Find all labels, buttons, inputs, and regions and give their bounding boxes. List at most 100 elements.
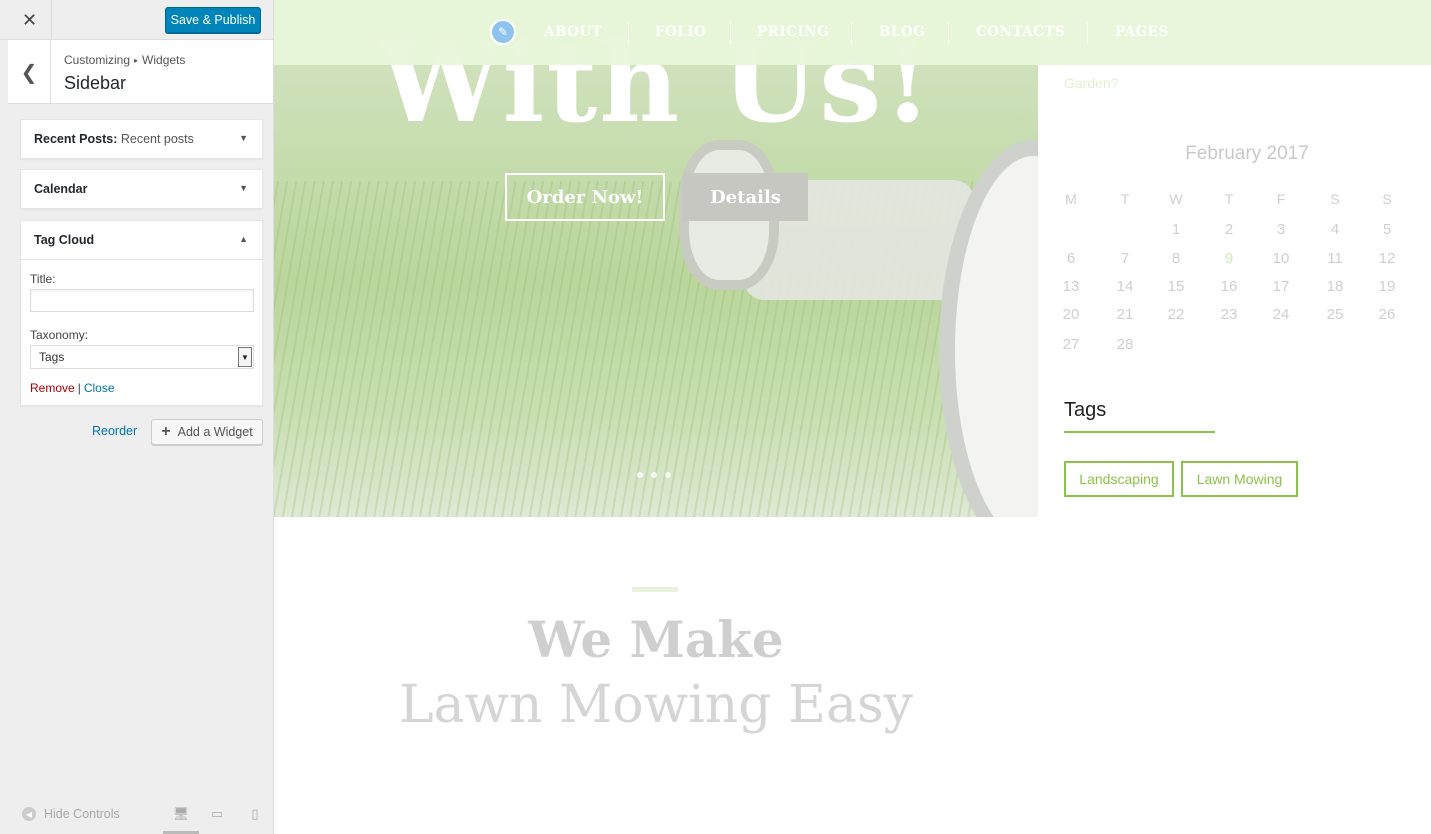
calendar-day: 24 <box>1272 306 1290 323</box>
collapse-arrow-icon[interactable]: ▲ <box>239 234 248 244</box>
section-header: ❮ Customizing ▸ Widgets Sidebar <box>8 40 273 104</box>
calendar-weekday: S <box>1382 191 1392 207</box>
nav-about[interactable]: ABOUT <box>544 24 602 40</box>
widget-title: Calendar <box>34 182 88 196</box>
nav-blog[interactable]: BLOG <box>879 24 925 40</box>
widget-name: Calendar <box>34 182 88 196</box>
widget-name: Recent Posts: <box>34 132 118 146</box>
hide-controls-button[interactable]: ◀ Hide Controls <box>22 807 120 821</box>
calendar-day: 18 <box>1326 278 1344 295</box>
calendar-day: 27 <box>1062 336 1080 353</box>
nav-divider <box>628 22 629 44</box>
calendar-day: 14 <box>1116 278 1134 295</box>
calendar-day: 8 <box>1171 250 1181 267</box>
nav-divider <box>851 22 852 44</box>
calendar-day: 26 <box>1378 306 1396 323</box>
back-button[interactable]: ❮ <box>8 40 51 104</box>
nav-pages[interactable]: PAGES <box>1115 24 1169 40</box>
title-label: Title: <box>30 272 56 286</box>
nav-folio[interactable]: FOLIO <box>655 24 706 40</box>
nav-pricing[interactable]: PRICING <box>757 24 829 40</box>
hero-slider: With Us! Order Now! Details <box>274 0 1038 517</box>
dropdown-arrow-icon[interactable]: ▼ <box>238 347 252 367</box>
slider-dot[interactable] <box>637 472 643 478</box>
tag-landscaping[interactable]: Landscaping <box>1064 461 1174 497</box>
chevron-left-icon: ❮ <box>20 61 38 84</box>
breadcrumb: Customizing ▸ Widgets <box>64 53 185 67</box>
calendar-day: 2 <box>1224 221 1234 238</box>
slider-dot[interactable] <box>665 472 671 478</box>
calendar-weekday: F <box>1276 191 1286 207</box>
widget-header[interactable]: Tag Cloud ▲ <box>21 221 262 259</box>
widget-form: Title: Taxonomy: Tags ▼ Remove | Close <box>21 259 262 405</box>
calendar-day: 15 <box>1167 278 1185 295</box>
widget-calendar[interactable]: Calendar ▼ <box>20 169 263 209</box>
tags-underline <box>1064 431 1215 433</box>
customizer-header: ✕ Save & Publish <box>0 0 273 40</box>
breadcrumb-arrow-icon: ▸ <box>134 56 139 65</box>
expand-arrow-icon[interactable]: ▼ <box>239 133 248 143</box>
calendar-day: 4 <box>1330 221 1340 238</box>
order-now-button[interactable]: Order Now! <box>505 173 665 221</box>
tag-lawn-mowing[interactable]: Lawn Mowing <box>1181 461 1298 497</box>
save-publish-button[interactable]: Save & Publish <box>165 7 261 33</box>
collapse-icon: ◀ <box>22 807 36 821</box>
title-input[interactable] <box>30 289 254 312</box>
site-preview: With Us! Order Now! Details ✎ ABOUT FOLI… <box>274 0 1431 834</box>
widget-header[interactable]: Calendar ▼ <box>21 170 262 208</box>
customizer-sidebar: ✕ Save & Publish ❮ Customizing ▸ Widgets S… <box>0 0 274 834</box>
taxonomy-selected-value: Tags <box>39 350 65 364</box>
taxonomy-select[interactable]: Tags ▼ <box>30 345 254 369</box>
section-title: We Make <box>528 610 784 669</box>
calendar-day: 25 <box>1326 306 1344 323</box>
close-icon: ✕ <box>21 9 38 30</box>
desktop-preview-icon[interactable]: 🖥 <box>171 804 191 824</box>
calendar-day: 22 <box>1167 306 1185 323</box>
reorder-link[interactable]: Reorder <box>92 424 137 438</box>
widget-name: Tag Cloud <box>34 233 95 247</box>
details-button[interactable]: Details <box>683 173 808 221</box>
widget-subtitle: Recent posts <box>120 132 194 146</box>
calendar-weekday: W <box>1169 191 1183 207</box>
widget-tag-cloud[interactable]: Tag Cloud ▲ Title: Taxonomy: Tags ▼ Remo… <box>20 220 263 406</box>
breadcrumb-widgets: Widgets <box>142 53 186 67</box>
widget-title: Recent Posts: Recent posts <box>34 132 194 146</box>
recent-post-link[interactable]: Garden? <box>1064 75 1118 91</box>
tablet-preview-icon[interactable]: ▭ <box>207 804 227 824</box>
calendar-day: 16 <box>1220 278 1238 295</box>
section-subtitle: Lawn Mowing Easy <box>398 675 914 735</box>
calendar-day: 12 <box>1378 250 1396 267</box>
add-widget-button[interactable]: + Add a Widget <box>151 419 263 445</box>
nav-divider <box>730 22 731 44</box>
calendar-day: 11 <box>1327 250 1343 267</box>
customizer-footer: ◀ Hide Controls 🖥 ▭ ▯ <box>0 794 273 834</box>
widget-header[interactable]: Recent Posts: Recent posts ▼ <box>21 120 262 158</box>
widget-recent-posts[interactable]: Recent Posts: Recent posts ▼ <box>20 119 263 159</box>
close-link[interactable]: Close <box>84 381 115 395</box>
hide-controls-label: Hide Controls <box>44 807 120 821</box>
remove-link[interactable]: Remove <box>30 381 75 395</box>
actions-separator: | <box>77 381 81 395</box>
add-widget-label: Add a Widget <box>177 425 253 439</box>
nav-contacts[interactable]: CONTACTS <box>976 24 1065 40</box>
expand-arrow-icon[interactable]: ▼ <box>239 183 248 193</box>
edit-shortcut-icon[interactable]: ✎ <box>490 19 516 45</box>
calendar-weekday: T <box>1120 191 1130 207</box>
calendar-day: 23 <box>1220 306 1238 323</box>
site-navbar: ✎ ABOUT FOLIO PRICING BLOG CONTACTS PAGE… <box>274 0 1431 65</box>
calendar-day: 6 <box>1066 250 1076 267</box>
close-customizer-button[interactable]: ✕ <box>8 0 52 40</box>
calendar-day: 13 <box>1062 278 1080 295</box>
widget-title: Tag Cloud <box>34 233 94 247</box>
calendar-weekday: S <box>1330 191 1340 207</box>
nav-divider <box>1087 22 1088 44</box>
calendar-day: 7 <box>1120 250 1130 267</box>
slider-dot[interactable] <box>651 472 657 478</box>
calendar-day: 3 <box>1276 221 1286 238</box>
calendar-weekday: T <box>1224 191 1234 207</box>
mobile-preview-icon[interactable]: ▯ <box>245 804 265 824</box>
calendar-day: 21 <box>1116 306 1134 323</box>
calendar-day: 9 <box>1224 250 1234 267</box>
taxonomy-label: Taxonomy: <box>30 328 89 342</box>
calendar-weekday: M <box>1065 191 1077 207</box>
